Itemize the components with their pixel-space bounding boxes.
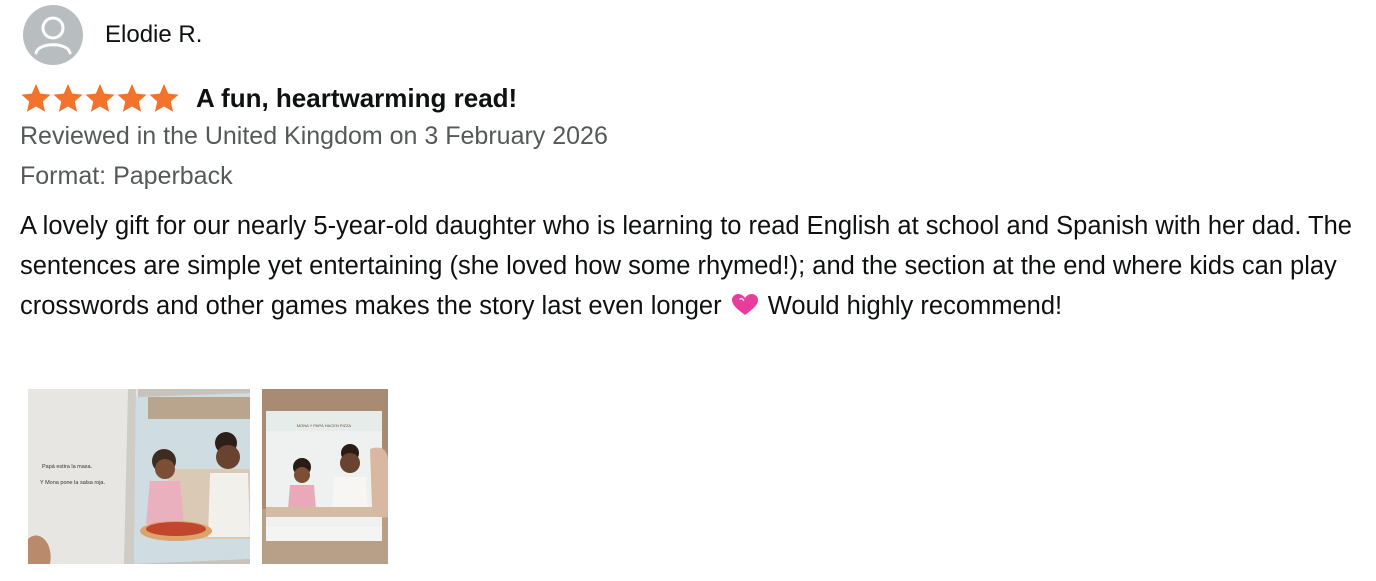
review-title-row: A fun, heartwarming read! bbox=[20, 80, 517, 116]
star-icon bbox=[117, 84, 147, 112]
star-icon bbox=[85, 84, 115, 112]
review-photo-1[interactable]: Papá estira la masa. Y Mona pone la sals… bbox=[28, 389, 250, 564]
star-icon bbox=[149, 84, 179, 112]
review-body: A lovely gift for our nearly 5-year-old … bbox=[20, 206, 1365, 326]
pink-heart-icon bbox=[731, 294, 758, 315]
star-icon bbox=[21, 84, 51, 112]
default-user-avatar-icon[interactable] bbox=[23, 5, 83, 65]
photo-2-cover-title: MONA Y PAPÁ HACEN PIZZA bbox=[297, 423, 352, 428]
review-format: Format: Paperback bbox=[20, 162, 233, 190]
review-body-text: A lovely gift for our nearly 5-year-old … bbox=[20, 212, 1352, 320]
reviewer-name[interactable]: Elodie R. bbox=[105, 21, 202, 49]
review-date: Reviewed in the United Kingdom on 3 Febr… bbox=[20, 122, 608, 150]
star-icon bbox=[53, 84, 83, 112]
customer-review: Elodie R. A fun, heartwarming read! Revi… bbox=[20, 0, 1365, 581]
review-title[interactable]: A fun, heartwarming read! bbox=[196, 81, 517, 115]
reviewer-profile[interactable]: Elodie R. bbox=[23, 5, 202, 65]
photo-1-text-line-2: Y Mona pone la salsa roja. bbox=[40, 480, 105, 486]
star-rating[interactable] bbox=[20, 81, 180, 115]
photo-1-text-line-1: Papá estira la masa. bbox=[42, 464, 93, 470]
review-photo-2[interactable]: MONA Y PAPÁ HACEN PIZZA bbox=[262, 389, 388, 564]
review-body-text-end: Would highly recommend! bbox=[767, 292, 1063, 320]
review-photos: Papá estira la masa. Y Mona pone la sals… bbox=[28, 389, 388, 564]
